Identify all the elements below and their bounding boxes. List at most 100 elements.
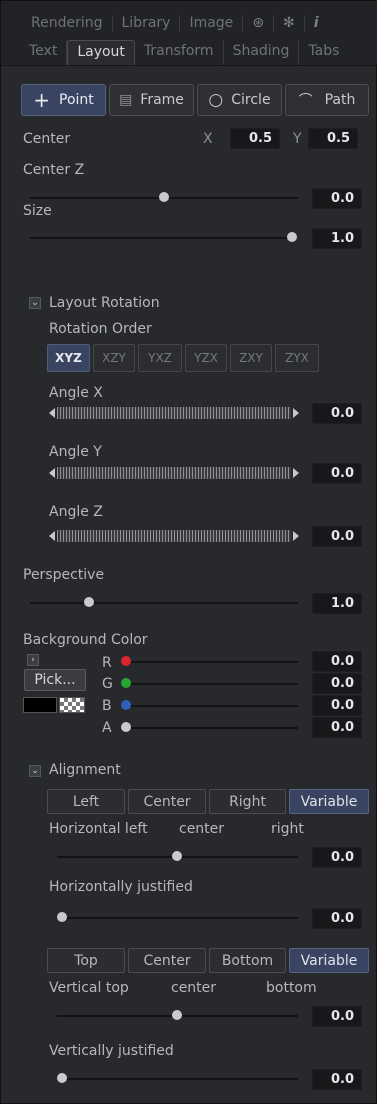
horizontal-left-label: Horizontal left bbox=[49, 821, 148, 837]
red-channel-label: R bbox=[102, 655, 112, 671]
circle-icon: ○ bbox=[208, 90, 224, 110]
alpha-channel-field[interactable]: 0.0 bbox=[312, 717, 362, 738]
rotation-order-xzy[interactable]: XZY bbox=[93, 344, 135, 372]
red-channel-field[interactable]: 0.0 bbox=[312, 651, 362, 672]
angle-y-increment-icon[interactable] bbox=[293, 468, 299, 478]
horizontal-left-button[interactable]: Left bbox=[47, 789, 125, 814]
blue-channel-knob[interactable] bbox=[121, 700, 131, 710]
tab-shading[interactable]: Shading bbox=[224, 40, 300, 65]
center-z-knob[interactable] bbox=[159, 192, 169, 202]
red-channel-knob[interactable] bbox=[121, 656, 131, 666]
angle-x-decrement-icon[interactable] bbox=[49, 408, 55, 418]
blue-channel-field[interactable]: 0.0 bbox=[312, 695, 362, 716]
point-layout-button[interactable]: + Point bbox=[21, 84, 106, 116]
vertically-justified-knob[interactable] bbox=[57, 1073, 67, 1083]
vertical-bottom-button[interactable]: Bottom bbox=[209, 948, 286, 973]
alpha-channel-slider[interactable] bbox=[121, 727, 298, 729]
size-slider[interactable] bbox=[30, 237, 292, 239]
tab-layout[interactable]: Layout bbox=[67, 40, 135, 65]
size-field[interactable]: 1.0 bbox=[312, 228, 362, 249]
horizontal-alignment-knob[interactable] bbox=[172, 851, 182, 861]
perspective-knob[interactable] bbox=[84, 597, 94, 607]
frame-label: Frame bbox=[140, 92, 184, 108]
green-channel-knob[interactable] bbox=[121, 678, 131, 688]
horizontal-right-button[interactable]: Right bbox=[209, 789, 286, 814]
alpha-channel-knob[interactable] bbox=[121, 722, 131, 732]
horizontal-variable-button[interactable]: Variable bbox=[289, 789, 369, 814]
tab-rendering[interactable]: Rendering bbox=[1, 15, 113, 32]
rotation-order-label: Rotation Order bbox=[49, 321, 152, 337]
green-channel-slider[interactable] bbox=[121, 683, 298, 685]
perspective-label: Perspective bbox=[23, 567, 105, 583]
rotation-order-zxy[interactable]: ZXY bbox=[230, 344, 272, 372]
angle-z-label: Angle Z bbox=[49, 504, 103, 520]
vertical-top-label: Vertical top bbox=[49, 980, 129, 996]
vertically-justified-field[interactable]: 0.0 bbox=[312, 1069, 362, 1090]
layout-rotation-toggle[interactable]: ⌄ bbox=[29, 297, 41, 309]
green-channel-field[interactable]: 0.0 bbox=[312, 673, 362, 694]
vertical-bottom-label: bottom bbox=[266, 980, 317, 996]
background-color-label: Background Color bbox=[23, 632, 148, 648]
gear-icon[interactable]: ✻ bbox=[274, 15, 305, 32]
center-x-field[interactable]: 0.5 bbox=[230, 128, 280, 149]
tab-text[interactable]: Text bbox=[1, 40, 68, 65]
tab-tabs[interactable]: Tabs bbox=[299, 40, 348, 65]
center-y-label: Y bbox=[293, 131, 302, 147]
vertical-alignment-field[interactable]: 0.0 bbox=[312, 1006, 362, 1027]
vertical-center-button[interactable]: Center bbox=[128, 948, 206, 973]
tab-library[interactable]: Library bbox=[113, 15, 181, 32]
info-icon[interactable]: i bbox=[305, 15, 328, 32]
settings-circle-icon[interactable]: ⊛ bbox=[243, 15, 275, 32]
inspector-panel: Rendering Library Image ⊛ ✻ i Text Layou… bbox=[0, 0, 377, 1104]
vertical-top-button[interactable]: Top bbox=[47, 948, 125, 973]
pick-color-button[interactable]: Pick... bbox=[24, 669, 86, 691]
angle-x-increment-icon[interactable] bbox=[293, 408, 299, 418]
vertical-variable-button[interactable]: Variable bbox=[289, 948, 369, 973]
horizontal-right-label: right bbox=[271, 821, 304, 837]
rotation-order-zyx[interactable]: ZYX bbox=[275, 344, 319, 372]
center-z-field[interactable]: 0.0 bbox=[312, 188, 362, 209]
rotation-order-yxz[interactable]: YXZ bbox=[138, 344, 182, 372]
size-knob[interactable] bbox=[287, 232, 297, 242]
angle-z-increment-icon[interactable] bbox=[293, 531, 299, 541]
angle-y-field[interactable]: 0.0 bbox=[312, 463, 362, 484]
angle-y-decrement-icon[interactable] bbox=[49, 468, 55, 478]
horizontally-justified-slider[interactable] bbox=[57, 917, 298, 919]
horizontal-center-button[interactable]: Center bbox=[128, 789, 206, 814]
color-swatch[interactable] bbox=[23, 697, 57, 713]
horizontally-justified-knob[interactable] bbox=[57, 912, 67, 922]
vertical-alignment-knob[interactable] bbox=[172, 1010, 182, 1020]
rotation-order-yzx[interactable]: YZX bbox=[185, 344, 227, 372]
tab-transform[interactable]: Transform bbox=[135, 40, 224, 65]
horizontal-center-label: center bbox=[179, 821, 225, 837]
angle-z-decrement-icon[interactable] bbox=[49, 531, 55, 541]
path-label: Path bbox=[324, 92, 356, 108]
angle-y-label: Angle Y bbox=[49, 444, 102, 460]
background-color-expand-icon[interactable]: › bbox=[27, 654, 39, 666]
alignment-toggle[interactable]: ⌄ bbox=[29, 765, 41, 777]
angle-x-field[interactable]: 0.0 bbox=[312, 403, 362, 424]
angle-z-thumbwheel[interactable] bbox=[57, 530, 291, 542]
angle-x-thumbwheel[interactable] bbox=[57, 407, 291, 419]
alignment-header: Alignment bbox=[49, 762, 121, 778]
perspective-slider[interactable] bbox=[30, 602, 298, 604]
red-channel-slider[interactable] bbox=[121, 661, 298, 663]
vertical-center-label: center bbox=[171, 980, 217, 996]
angle-y-thumbwheel[interactable] bbox=[57, 467, 291, 479]
vertically-justified-slider[interactable] bbox=[57, 1078, 298, 1080]
plus-icon: + bbox=[33, 88, 50, 112]
angle-z-field[interactable]: 0.0 bbox=[312, 526, 362, 547]
center-label: Center bbox=[23, 131, 71, 147]
horizontally-justified-label: Horizontally justified bbox=[49, 879, 193, 895]
horizontally-justified-field[interactable]: 0.0 bbox=[312, 908, 362, 929]
frame-layout-button[interactable]: ▤ Frame bbox=[109, 84, 194, 116]
horizontal-alignment-field[interactable]: 0.0 bbox=[312, 847, 362, 868]
perspective-field[interactable]: 1.0 bbox=[312, 593, 362, 614]
center-y-field[interactable]: 0.5 bbox=[308, 128, 358, 149]
rotation-order-xyz[interactable]: XYZ bbox=[47, 344, 90, 372]
tab-image[interactable]: Image bbox=[180, 15, 244, 32]
vertically-justified-label: Vertically justified bbox=[49, 1043, 174, 1059]
circle-layout-button[interactable]: ○ Circle bbox=[197, 84, 282, 116]
path-layout-button[interactable]: ⌒ Path bbox=[285, 84, 369, 116]
blue-channel-slider[interactable] bbox=[121, 705, 298, 707]
